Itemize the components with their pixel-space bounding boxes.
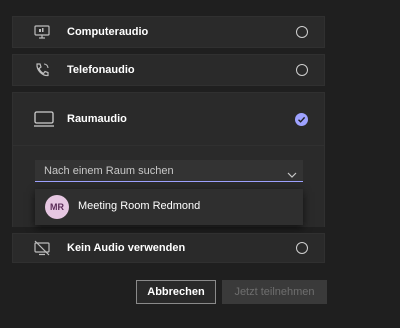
option-label: Kein Audio verwenden	[67, 242, 186, 254]
no-audio-icon	[33, 239, 51, 257]
option-label: Telefonaudio	[67, 64, 135, 76]
phone-icon	[33, 61, 51, 79]
radio-button[interactable]	[296, 26, 308, 38]
option-phone-audio[interactable]: Telefonaudio	[12, 54, 325, 86]
option-no-audio[interactable]: Kein Audio verwenden	[12, 233, 325, 263]
monitor-icon	[33, 109, 55, 129]
room-name: Meeting Room Redmond	[78, 200, 201, 212]
radio-button[interactable]	[296, 64, 308, 76]
avatar: MR	[45, 195, 69, 219]
chevron-down-icon[interactable]	[287, 166, 297, 184]
option-computer-audio[interactable]: Computeraudio	[12, 16, 325, 48]
option-label: Computeraudio	[67, 26, 149, 38]
join-now-button[interactable]: Jetzt teilnehmen	[222, 280, 327, 304]
selected-check-icon[interactable]	[295, 113, 308, 126]
option-label: Raumaudio	[67, 113, 127, 125]
room-result-item[interactable]: MR Meeting Room Redmond	[35, 189, 303, 225]
cancel-button[interactable]: Abbrechen	[136, 280, 216, 304]
room-search-placeholder: Nach einem Raum suchen	[44, 165, 174, 177]
room-search-input[interactable]: Nach einem Raum suchen	[35, 160, 303, 182]
computer-icon	[33, 23, 51, 41]
option-room-audio[interactable]: Raumaudio	[12, 92, 325, 146]
radio-button[interactable]	[296, 242, 308, 254]
